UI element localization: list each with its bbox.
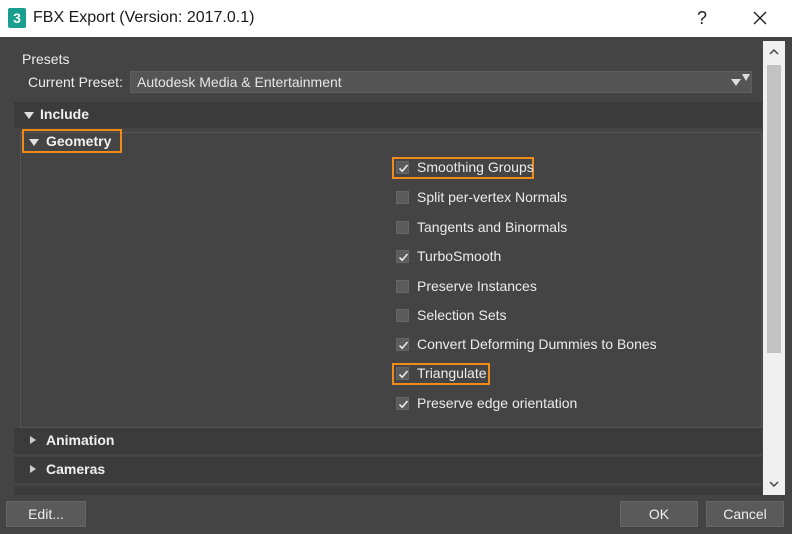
scroll-down-button[interactable]: [763, 473, 785, 495]
geometry-option[interactable]: Selection Sets: [392, 305, 672, 327]
geometry-option[interactable]: Preserve edge orientation: [392, 393, 672, 415]
section-geometry-label: Geometry: [46, 133, 112, 149]
section-include-label: Include: [40, 106, 90, 122]
section-cameras-label: Cameras: [46, 461, 106, 477]
checkbox-checked[interactable]: [396, 367, 409, 380]
section-include[interactable]: Include: [14, 102, 762, 128]
checkbox-unchecked[interactable]: [396, 280, 409, 293]
3dsmax-app-icon: 3: [8, 8, 26, 28]
close-icon: [753, 11, 767, 25]
chevron-down-icon: [742, 74, 750, 81]
geometry-option[interactable]: Convert Deforming Dummies to Bones: [392, 334, 672, 356]
section-cameras[interactable]: Cameras: [14, 457, 762, 483]
current-preset-label: Current Preset:: [28, 74, 123, 90]
section-geometry[interactable]: Geometry: [22, 129, 122, 153]
help-button[interactable]: ?: [690, 5, 714, 31]
checkmark-icon: [398, 341, 409, 350]
checkmark-icon: [398, 400, 409, 409]
geometry-option-label: Split per-vertex Normals: [417, 189, 568, 205]
geometry-option-label: Convert Deforming Dummies to Bones: [417, 336, 657, 352]
section-animation-label: Animation: [46, 432, 115, 448]
expanded-triangle-icon: [29, 139, 39, 146]
collapsed-triangle-icon: [30, 436, 36, 444]
presets-section-label: Presets: [22, 51, 70, 67]
checkbox-checked[interactable]: [396, 161, 409, 174]
geometry-option[interactable]: TurboSmooth: [392, 246, 672, 268]
chevron-up-icon: [769, 48, 779, 55]
geometry-option-label: Tangents and Binormals: [417, 219, 568, 235]
vertical-scrollbar[interactable]: [763, 41, 785, 495]
checkmark-icon: [398, 253, 409, 262]
section-next-partial[interactable]: [14, 486, 762, 495]
current-preset-value: Autodesk Media & Entertainment: [137, 74, 342, 90]
options-scroll-area: Presets Current Preset: Autodesk Media &…: [14, 41, 762, 495]
expanded-triangle-icon: [24, 112, 34, 119]
scrollbar-thumb[interactable]: [767, 65, 781, 353]
geometry-option[interactable]: Smoothing Groups: [392, 157, 534, 179]
geometry-option-label: Preserve edge orientation: [417, 395, 578, 411]
geometry-option-label: Selection Sets: [417, 307, 507, 323]
scroll-up-button[interactable]: [763, 41, 785, 63]
checkmark-icon: [398, 370, 409, 379]
geometry-option-label: Triangulate: [417, 365, 487, 381]
checkmark-icon: [398, 164, 409, 173]
current-preset-dropdown[interactable]: Autodesk Media & Entertainment: [130, 71, 752, 93]
checkbox-checked[interactable]: [396, 250, 409, 263]
collapsed-triangle-icon: [30, 465, 36, 473]
window-title: FBX Export (Version: 2017.0.1): [33, 9, 255, 26]
ok-button[interactable]: OK: [620, 501, 698, 527]
checkbox-unchecked[interactable]: [396, 309, 409, 322]
checkbox-checked[interactable]: [396, 397, 409, 410]
section-animation[interactable]: Animation: [14, 428, 762, 454]
geometry-option-label: Preserve Instances: [417, 278, 537, 294]
title-bar: 3 FBX Export (Version: 2017.0.1) ?: [0, 0, 792, 37]
geometry-option-label: TurboSmooth: [417, 248, 502, 264]
chevron-down-icon: [769, 481, 779, 488]
geometry-option-label: Smoothing Groups: [417, 159, 534, 175]
cancel-button[interactable]: Cancel: [706, 501, 784, 527]
geometry-option[interactable]: Split per-vertex Normals: [392, 187, 672, 209]
checkbox-unchecked[interactable]: [396, 221, 409, 234]
geometry-option[interactable]: Preserve Instances: [392, 276, 672, 298]
checkbox-unchecked[interactable]: [396, 191, 409, 204]
dialog-body: Presets Current Preset: Autodesk Media &…: [0, 37, 792, 534]
geometry-option[interactable]: Triangulate: [392, 363, 490, 385]
checkbox-checked[interactable]: [396, 338, 409, 351]
edit-button[interactable]: Edit...: [6, 501, 86, 527]
chevron-down-icon: [731, 79, 741, 86]
geometry-option[interactable]: Tangents and Binormals: [392, 217, 672, 239]
close-button[interactable]: [740, 4, 780, 32]
